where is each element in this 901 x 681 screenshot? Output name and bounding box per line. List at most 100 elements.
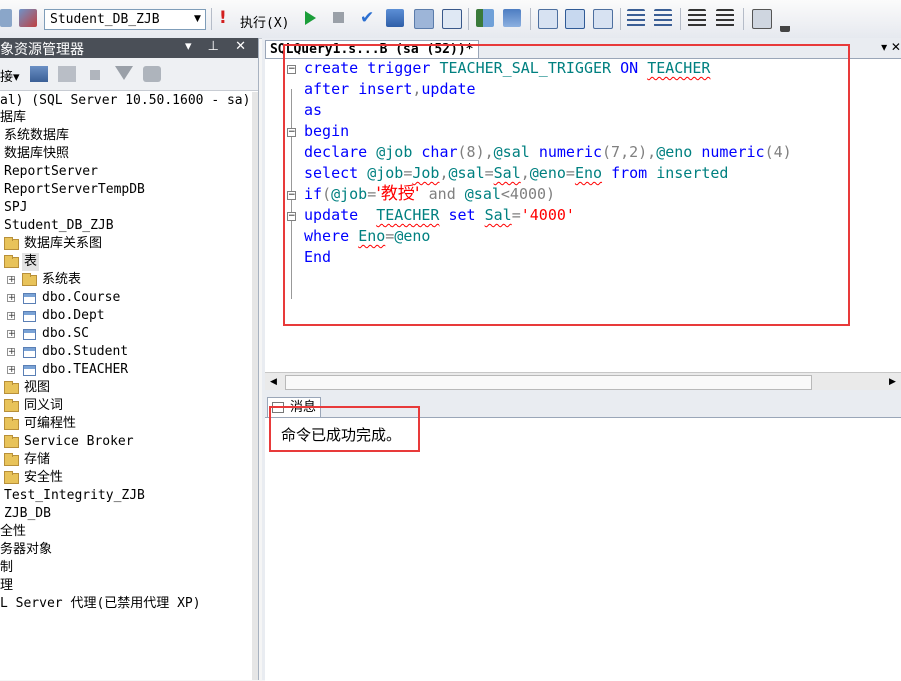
scroll-left-icon[interactable]: ◀ [265,373,282,391]
client-stats-icon[interactable] [503,9,521,27]
folder-icon [4,399,19,412]
table-icon [23,365,36,376]
code-token: numeric [701,143,765,161]
table-icon [23,347,36,358]
toolbar-separator [530,8,531,30]
database-select[interactable]: Student_DB_ZJB ▼ [44,9,206,30]
message-text: 命令已成功完成。 [281,426,402,444]
connect-server-icon[interactable] [30,66,48,82]
code-token: (8), [457,143,494,161]
code-token: select [304,164,359,182]
code-token: numeric [538,143,603,161]
decrease-indent-icon[interactable] [688,9,706,27]
code-token: trigger [367,59,431,77]
expand-icon[interactable]: + [7,366,16,375]
messages-tab[interactable]: 消息 [267,397,322,418]
collapse-icon[interactable]: − [287,191,296,200]
code-token: @job [367,164,404,182]
tree-node-label: 表 [22,253,40,271]
increase-indent-icon[interactable] [716,9,734,27]
code-editor[interactable]: − − − − create trigger TEACHER_SAL_TRIGG… [265,58,901,373]
folder-icon [4,381,19,394]
expand-icon[interactable]: + [7,312,16,321]
code-token: TEACHER_SAL_TRIGGER [439,59,612,77]
debug-play-icon[interactable] [305,11,316,25]
parse-check-icon[interactable]: ✔ [360,8,374,28]
expand-icon[interactable]: + [7,348,16,357]
folder-icon [22,273,37,286]
include-plan-icon[interactable] [476,9,494,27]
code-line-10: End [304,247,331,268]
uncomment-lines-icon[interactable] [654,9,672,27]
code-token: = [484,164,494,182]
collapse-icon[interactable]: − [287,128,296,137]
code-line-7: if(@job='教授' and @sal<4000) [304,184,555,205]
code-token: '教授' [376,184,420,204]
results-to-file-icon[interactable] [593,9,613,29]
execute-button[interactable]: 执行(X) [240,12,289,31]
explorer-scrollbar[interactable] [252,92,258,680]
expand-icon[interactable]: + [7,330,16,339]
tree-node-label: dbo.Course [42,290,121,305]
code-line-9: where Eno=@eno [304,226,430,247]
disconnect-icon[interactable] [58,66,76,82]
code-token: and [428,185,456,203]
folder-icon [4,417,19,430]
filter-icon[interactable] [115,66,133,80]
code-token: (7,2), [602,143,657,161]
pane-splitter[interactable] [265,390,901,396]
refresh-icon[interactable] [143,66,161,82]
tree-node-label: 理 [0,578,14,593]
connect-button[interactable]: 接▾ [0,66,20,85]
toolbar-overflow-icon[interactable] [780,18,790,32]
code-token: = [367,185,377,203]
collapse-icon[interactable]: − [287,65,296,74]
code-token: = [511,206,521,224]
code-token: @sal [464,185,501,203]
toolbar-separator [743,8,744,30]
results-to-text-icon[interactable] [538,9,558,29]
code-token: from [611,164,648,182]
code-token: = [385,227,395,245]
tree-node-label: dbo.Dept [42,308,105,323]
change-connection-icon[interactable] [19,9,37,27]
query-designer-icon[interactable] [0,9,12,27]
expand-icon[interactable]: + [7,276,16,285]
code-token: as [304,101,323,119]
code-token: Sal [493,164,521,182]
code-token: Job [412,164,440,182]
code-token: insert [358,80,413,98]
chevron-down-icon[interactable]: ▼ [190,10,205,29]
display-plan-icon[interactable] [386,9,404,27]
scrollbar-thumb[interactable] [285,375,812,390]
code-line-8: update TEACHER set Sal='4000' [304,205,575,226]
tree-node-label: dbo.TEACHER [42,362,129,377]
results-to-grid-icon[interactable] [565,9,585,29]
folder-icon [4,237,19,250]
code-token: TEACHER [647,59,711,77]
query-document-tab[interactable]: SQLQuery1.s...B (sa (52))* [265,40,479,59]
table-icon [23,329,36,340]
stop-icon[interactable] [90,70,100,80]
scroll-right-icon[interactable]: ▶ [884,373,901,391]
specify-template-values-icon[interactable] [752,9,772,29]
tree-node-label: 制 [0,560,14,575]
horizontal-scrollbar[interactable]: ◀ ▶ [265,372,901,391]
collapse-icon[interactable]: − [287,212,296,221]
tree-node-label: 据库 [0,110,27,125]
code-token: '4000' [520,206,575,224]
stop-icon[interactable] [333,12,344,23]
tree-node-label: dbo.Student [42,344,129,359]
query-options-icon[interactable] [414,9,434,29]
exclamation-icon[interactable]: ! [219,8,227,28]
panel-window-controls[interactable]: ▾ ⊥ ✕ [185,39,252,54]
tab-window-controls[interactable]: ▾ ✕ [841,40,901,58]
code-token: = [565,164,575,182]
tree-node-label: 数据库快照 [4,146,70,161]
expand-icon[interactable]: + [7,294,16,303]
code-token: TEACHER [376,206,440,224]
save-results-icon[interactable] [442,9,462,29]
code-token: ON [620,59,639,77]
code-token: update [304,206,359,224]
comment-lines-icon[interactable] [627,9,645,27]
